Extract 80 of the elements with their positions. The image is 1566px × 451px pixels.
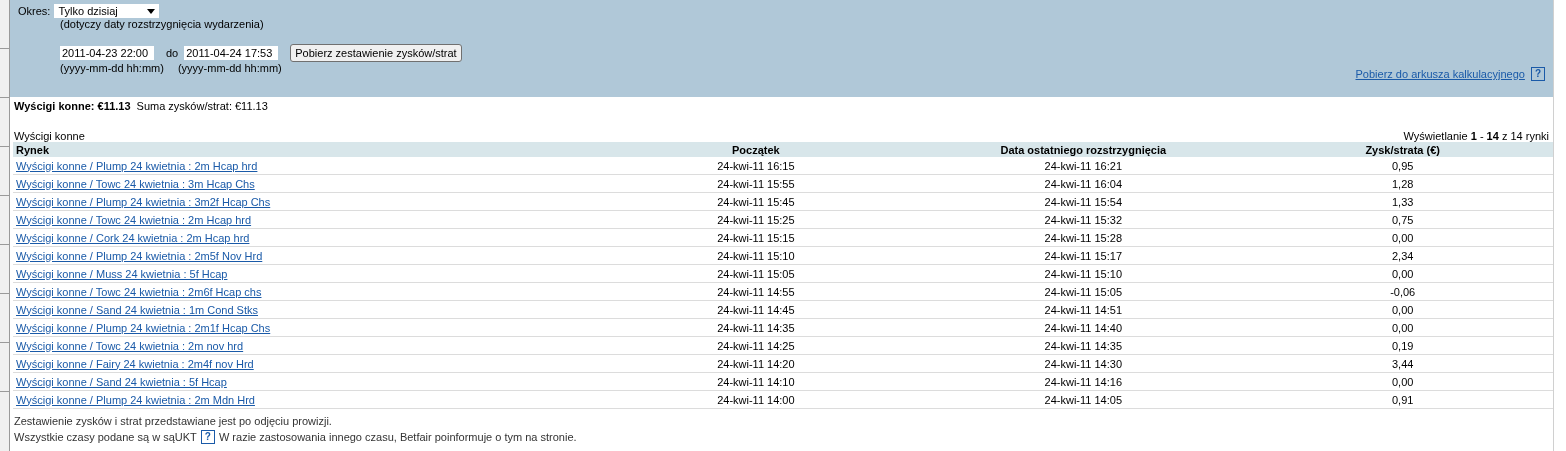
table-cell: 24-kwi-11 14:51 <box>1044 303 1122 316</box>
table-cell: 24-kwi-11 15:10 <box>717 249 795 262</box>
table-cell: 24-kwi-11 14:20 <box>717 357 795 370</box>
summary-title: Wyścigi konne: €11.13 <box>14 100 131 112</box>
submit-button[interactable]: Pobierz zestawienie zysków/strat <box>290 44 462 62</box>
table-cell: -0,06 <box>1390 285 1416 298</box>
table-cell: 24-kwi-11 15:55 <box>717 177 795 190</box>
table-cell: 24-kwi-11 14:30 <box>1044 357 1122 370</box>
market-link[interactable]: Wyścigi konne / Towc 24 kwietnia : 2m nov hrd <box>16 339 244 352</box>
table-cell: 24-kwi-11 15:05 <box>717 267 795 280</box>
table-cell: 24-kwi-11 15:28 <box>1044 231 1122 244</box>
table-cell: 2,34 <box>1392 249 1414 262</box>
period-note: (dotyczy daty rozstrzygnięcia wydarzenia) <box>60 18 264 30</box>
caret-icon <box>147 8 156 14</box>
column-header: Zysk/strata (€) <box>1252 142 1553 157</box>
commission-note: Zestawienie zysków i strat przedstawiane jest po odjęciu prowizji. <box>14 415 333 427</box>
market-link[interactable]: Wyścigi konne / Plump 24 kwietnia : 2m1f Hcap Chs <box>16 321 271 334</box>
table-cell: 1,33 <box>1392 195 1414 208</box>
table-cell: 24-kwi-11 14:35 <box>717 321 795 334</box>
time-zone-note: Wszystkie czasy podane są w sąUKT <box>14 431 197 443</box>
summary-total: Suma zysków/strat: €11.13 <box>136 100 268 112</box>
market-link[interactable]: Wyścigi konne / Towc 24 kwietnia : 2m Hcap hrd <box>16 213 252 226</box>
period-label: Okres: <box>18 5 51 17</box>
table-cell: 24-kwi-11 16:21 <box>1044 159 1122 172</box>
to-label: do <box>166 47 179 59</box>
paging-text: Wyświetlanie 1 - 14 z 14 rynki <box>1403 130 1549 142</box>
market-link[interactable]: Wyścigi konne / Sand 24 kwietnia : 1m Cond Stks <box>16 303 259 316</box>
market-link[interactable]: Wyścigi konne / Plump 24 kwietnia : 3m2f Hcap Chs <box>16 195 271 208</box>
table-cell: 24-kwi-11 14:16 <box>1044 375 1122 388</box>
table-cell: 24-kwi-11 15:54 <box>1044 195 1122 208</box>
date-format-hint: (yyyy-mm-dd hh:mm) <box>60 62 164 74</box>
help-button[interactable]: ? <box>1530 67 1545 81</box>
table-cell: 3,44 <box>1392 357 1414 370</box>
column-header: Rynek <box>13 142 598 157</box>
table-cell: 24-kwi-11 16:04 <box>1044 177 1122 190</box>
table-cell: 24-kwi-11 15:05 <box>1044 285 1122 298</box>
table-cell: 24-kwi-11 14:00 <box>717 393 795 406</box>
to-date-field[interactable]: 2011-04-24 17:53 <box>184 46 279 60</box>
market-link[interactable]: Wyścigi konne / Fairy 24 kwietnia : 2m4f nov Hrd <box>16 357 254 370</box>
table-cell: 24-kwi-11 16:15 <box>717 159 795 172</box>
table-cell: 24-kwi-11 15:15 <box>717 231 795 244</box>
table-cell: 0,00 <box>1392 303 1414 316</box>
market-link[interactable]: Wyścigi konne / Plump 24 kwietnia : 2m Hcap hrd <box>16 159 258 172</box>
table-cell: 1,28 <box>1392 177 1414 190</box>
market-link[interactable]: Wyścigi konne / Towc 24 kwietnia : 3m Hcap Chs <box>16 177 255 190</box>
table-cell: 24-kwi-11 14:05 <box>1044 393 1122 406</box>
market-link[interactable]: Wyścigi konne / Towc 24 kwietnia : 2m6f Hcap chs <box>16 285 262 298</box>
table-cell: 24-kwi-11 15:10 <box>1044 267 1122 280</box>
table-cell: 24-kwi-11 14:40 <box>1044 321 1122 334</box>
table-cell: 24-kwi-11 14:25 <box>717 339 795 352</box>
table-cell: 24-kwi-11 15:45 <box>717 195 795 208</box>
market-link[interactable]: Wyścigi konne / Plump 24 kwietnia : 2m5f Nov Hrd <box>16 249 263 262</box>
help-button[interactable]: ? <box>200 430 215 444</box>
table-cell: 24-kwi-11 14:35 <box>1044 339 1122 352</box>
market-link[interactable]: Wyścigi konne / Sand 24 kwietnia : 5f Hcap <box>16 375 227 388</box>
export-link[interactable]: Pobierz do arkusza kalkulacyjnego <box>1355 68 1525 80</box>
section-title: Wyścigi konne <box>14 130 85 142</box>
table-cell: 24-kwi-11 15:25 <box>717 213 795 226</box>
table-cell: 0,91 <box>1392 393 1414 406</box>
table-cell: 0,95 <box>1392 159 1414 172</box>
time-zone-note: W razie zastosowania innego czasu, Betfair poinformuje o tym na stronie. <box>218 431 577 443</box>
column-header: Data ostatniego rozstrzygnięcia <box>914 142 1253 157</box>
table-cell: 24-kwi-11 15:32 <box>1044 213 1122 226</box>
table-cell: 24-kwi-11 14:45 <box>717 303 795 316</box>
period-dropdown[interactable]: Tylko dzisiaj <box>54 4 160 18</box>
table-cell: 0,00 <box>1392 321 1414 334</box>
market-link[interactable]: Wyścigi konne / Muss 24 kwietnia : 5f Hcap <box>16 267 228 280</box>
table-cell: 0,75 <box>1392 213 1414 226</box>
from-date-field[interactable]: 2011-04-23 22:00 <box>60 46 154 60</box>
table-cell: 0,00 <box>1392 231 1414 244</box>
market-link[interactable]: Wyścigi konne / Plump 24 kwietnia : 2m Mdn Hrd <box>16 393 255 406</box>
table-cell: 24-kwi-11 14:55 <box>717 285 795 298</box>
table-cell: 0,00 <box>1392 375 1414 388</box>
date-format-hint: (yyyy-mm-dd hh:mm) <box>177 62 282 74</box>
table-cell: 0,00 <box>1392 267 1414 280</box>
column-header: Początek <box>597 142 915 157</box>
market-link[interactable]: Wyścigi konne / Cork 24 kwietnia : 2m Hcap hrd <box>16 231 250 244</box>
table-cell: 24-kwi-11 14:10 <box>717 375 795 388</box>
table-cell: 24-kwi-11 15:17 <box>1044 249 1122 262</box>
table-cell: 0,19 <box>1392 339 1414 352</box>
